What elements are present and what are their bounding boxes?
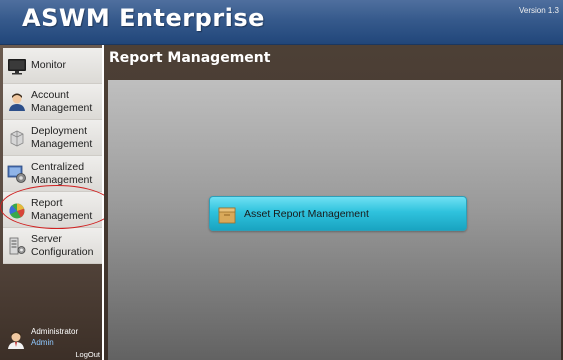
sidebar-item-label-line2: Management [31,101,93,114]
deployment-icon [10,130,24,146]
sidebar-item-report-management[interactable]: Report Management [3,192,102,228]
sidebar-item-deployment-management[interactable]: Deployment Management [3,120,102,156]
user-role: Admin [31,338,54,347]
page-title: Report Management [109,50,271,66]
sidebar-item-label-line1: Deployment [31,124,88,137]
version-label: Version 1.3 [518,6,559,15]
sidebar-item-monitor[interactable]: Monitor [3,48,102,84]
report-chart-icon [9,203,25,218]
asset-report-management-label: Asset Report Management [244,207,369,220]
sidebar-item-label-line1: Account [31,88,69,101]
sidebar: Monitor Account Management Deployment Mana… [0,45,114,360]
logout-link[interactable]: LogOut [75,350,100,359]
sidebar-item-label-line1: Report [31,196,63,209]
sidebar-item-label-line2: Management [31,173,93,186]
avatar [8,331,24,349]
sidebar-item-account-management[interactable]: Account Management [3,84,102,120]
sidebar-item-centralized-management[interactable]: Centralized Management [3,156,102,192]
sidebar-item-label-line2: Management [31,209,93,222]
sidebar-item-label-line1: Centralized [31,160,85,173]
sidebar-item-label-line2: Configuration [31,245,94,258]
user-panel: Administrator Admin LogOut [0,325,102,360]
asset-report-management-button[interactable]: Asset Report Management [209,196,467,231]
main-content: Report Management Asset Report Managemen… [104,45,563,360]
monitor-icon [8,58,26,74]
user-icon [9,93,25,111]
sidebar-item-label: Monitor [31,59,67,71]
app-title: ASWM Enterprise [22,4,265,32]
centralized-icon [7,165,26,183]
content-panel: Asset Report Management [108,80,561,360]
user-name: Administrator [31,327,79,336]
server-icon [9,237,26,254]
sidebar-nav: Monitor Account Management Deployment Mana… [3,48,102,264]
sidebar-item-label-line1: Server [31,232,62,245]
app-header: ASWM Enterprise Version 1.3 [0,0,563,45]
sidebar-item-server-configuration[interactable]: Server Configuration [3,228,102,264]
box-icon [218,207,236,223]
sidebar-item-label-line2: Management [31,137,93,150]
